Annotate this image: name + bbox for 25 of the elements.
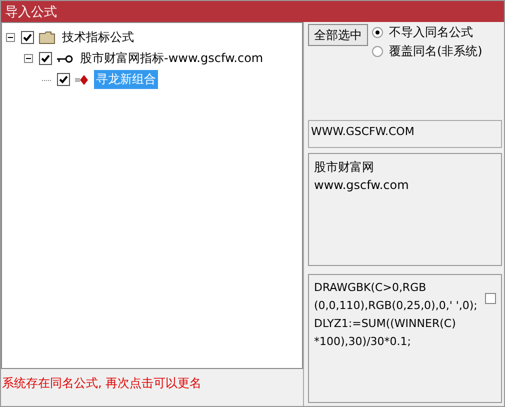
tree-checkbox[interactable]: [39, 52, 52, 65]
tree-item[interactable]: 股市财富网指标-www.gscfw.com: [78, 49, 266, 68]
code-line: (0,0,110),RGB(0,25,0),0,' ',0);: [314, 298, 478, 314]
key-icon: [57, 54, 73, 64]
radio-label[interactable]: 覆盖同名(非系统): [389, 43, 482, 60]
code-line: *100),30)/30*0.1;: [314, 334, 412, 350]
window-title: 导入公式: [5, 4, 57, 20]
status-message: 系统存在同名公式, 再次点击可以更名: [1, 375, 203, 392]
collapse-toggle[interactable]: [24, 54, 33, 63]
tree-checkbox[interactable]: [21, 31, 34, 44]
diamond-icon: [75, 74, 89, 86]
radio-button[interactable]: [372, 27, 383, 38]
checkbox[interactable]: [485, 293, 496, 304]
radio-label[interactable]: 不导入同名公式: [389, 24, 473, 41]
select-all-button[interactable]: 全部选中: [308, 24, 368, 46]
code-line: DLYZ1:=SUM((WINNER(C): [314, 316, 457, 332]
description-line: 股市财富网: [314, 159, 375, 176]
tree-item[interactable]: 技术指标公式: [60, 28, 136, 47]
tree-checkbox[interactable]: [57, 73, 70, 86]
description-line: www.gscfw.com: [314, 177, 410, 194]
website-field[interactable]: WWW.GSCFW.COM: [308, 120, 502, 148]
code-line: DRAWGBK(C>0,RGB: [314, 280, 428, 296]
radio-button[interactable]: [372, 46, 383, 57]
folder-icon: [39, 31, 55, 44]
collapse-toggle[interactable]: [6, 33, 15, 42]
